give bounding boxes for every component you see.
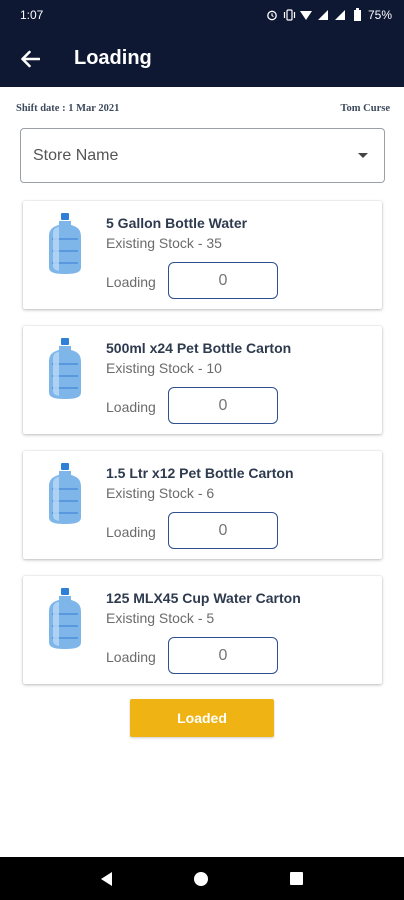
- loading-quantity-input[interactable]: [168, 387, 278, 424]
- product-card: 125 MLX45 Cup Water Carton Existing Stoc…: [23, 576, 382, 684]
- shift-info: Shift date : 1 Mar 2021 Tom Curse: [16, 103, 390, 114]
- system-nav-bar: [0, 857, 404, 900]
- product-card: 500ml x24 Pet Bottle Carton Existing Sto…: [23, 326, 382, 434]
- existing-stock: Existing Stock - 35: [106, 235, 222, 251]
- existing-stock: Existing Stock - 10: [106, 360, 222, 376]
- loading-quantity-input[interactable]: [168, 512, 278, 549]
- loading-label: Loading: [106, 399, 156, 415]
- shift-date: Shift date : 1 Mar 2021: [16, 103, 120, 114]
- water-bottle-icon: [49, 338, 81, 399]
- battery-percent: 75%: [367, 8, 392, 22]
- product-name: 500ml x24 Pet Bottle Carton: [106, 340, 292, 356]
- existing-stock: Existing Stock - 6: [106, 485, 215, 501]
- water-bottle-icon: [49, 213, 81, 274]
- loading-label: Loading: [106, 524, 156, 540]
- loading-label: Loading: [106, 649, 156, 665]
- loading-quantity-input[interactable]: [168, 637, 278, 674]
- product-name: 1.5 Ltr x12 Pet Bottle Carton: [106, 465, 294, 481]
- page-title: Loading: [74, 47, 152, 69]
- water-bottle-icon: [49, 588, 81, 649]
- caret-down-icon: [358, 153, 368, 158]
- nav-recent-icon[interactable]: [290, 872, 303, 885]
- user-name: Tom Curse: [340, 103, 391, 114]
- loaded-button[interactable]: Loaded: [130, 699, 274, 737]
- loading-quantity-input[interactable]: [168, 262, 278, 299]
- arrow-left-icon: [21, 50, 40, 67]
- back-button[interactable]: [2, 30, 58, 87]
- signal-2-icon: [334, 9, 347, 21]
- vibrate-icon: [283, 9, 296, 21]
- nav-home-icon[interactable]: [194, 871, 208, 886]
- status-icons: 75%: [266, 7, 392, 22]
- nav-back-icon[interactable]: [101, 871, 112, 886]
- signal-icon: [317, 9, 330, 21]
- battery-icon: [351, 7, 364, 21]
- product-name: 5 Gallon Bottle Water: [106, 215, 248, 231]
- alarm-icon: [266, 9, 279, 21]
- water-bottle-icon: [49, 463, 81, 524]
- store-name-dropdown[interactable]: Store Name: [20, 128, 385, 183]
- product-card: 5 Gallon Bottle Water Existing Stock - 3…: [23, 201, 382, 309]
- loading-label: Loading: [106, 274, 156, 290]
- product-name: 125 MLX45 Cup Water Carton: [106, 590, 301, 606]
- status-time: 1:07: [20, 8, 44, 22]
- app-bar: Loading: [0, 30, 404, 87]
- existing-stock: Existing Stock - 5: [106, 610, 215, 626]
- product-card: 1.5 Ltr x12 Pet Bottle Carton Existing S…: [23, 451, 382, 559]
- wifi-icon: [300, 9, 313, 21]
- status-bar: 1:07 75%: [0, 0, 404, 30]
- store-name-label: Store Name: [33, 146, 119, 164]
